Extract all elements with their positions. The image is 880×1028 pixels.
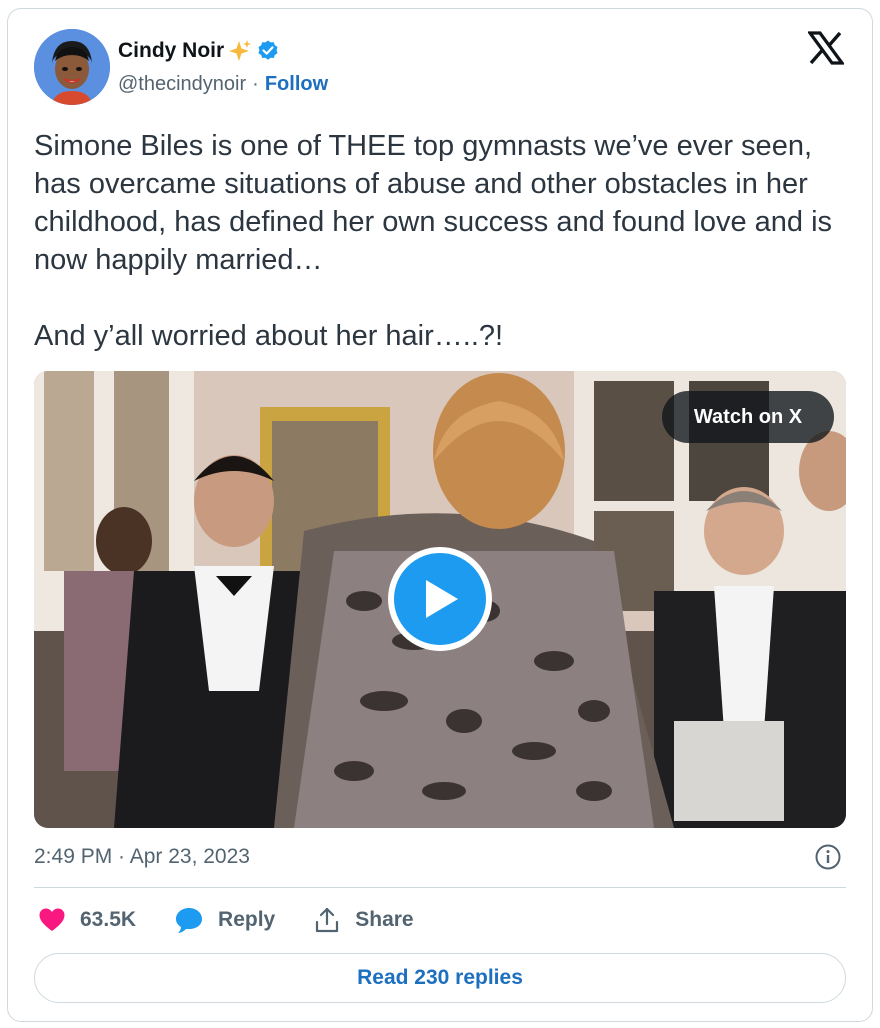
share-label: Share — [355, 908, 414, 931]
verified-badge-icon[interactable] — [256, 39, 280, 63]
tweet-video[interactable]: Watch on X — [34, 371, 846, 828]
reply-bubble-icon — [176, 908, 203, 933]
tweet-text: Simone Biles is one of THEE top gymnasts… — [34, 130, 833, 352]
read-replies-button[interactable]: Read 230 replies — [34, 953, 846, 1003]
like-count: 63.5K — [80, 908, 137, 931]
author-avatar[interactable] — [34, 29, 110, 105]
follow-link[interactable]: Follow — [265, 73, 328, 96]
divider — [34, 887, 846, 888]
info-icon[interactable] — [814, 843, 842, 871]
reply-button[interactable]: Reply — [174, 906, 275, 934]
sparkles-icon — [229, 40, 252, 61]
share-icon — [316, 907, 339, 933]
play-button[interactable] — [388, 547, 492, 651]
watch-on-x-button[interactable]: Watch on X — [662, 391, 834, 443]
heart-icon — [39, 908, 65, 931]
play-icon — [426, 580, 458, 618]
like-button[interactable]: 63.5K — [38, 907, 136, 933]
handle-separator: · — [252, 73, 259, 95]
tweet-card: Cindy Noir @thecindynoir · Follow Simone… — [7, 8, 873, 1022]
share-button[interactable]: Share — [313, 906, 414, 934]
author-display-name[interactable]: Cindy Noir — [118, 39, 224, 63]
author-handle[interactable]: @thecindynoir — [118, 73, 246, 96]
x-logo-icon[interactable] — [808, 31, 844, 65]
tweet-timestamp[interactable]: 2:49 PM · Apr 23, 2023 — [34, 845, 250, 869]
reply-label: Reply — [218, 908, 276, 931]
tweet-actions: 63.5K Reply Share — [38, 905, 452, 935]
